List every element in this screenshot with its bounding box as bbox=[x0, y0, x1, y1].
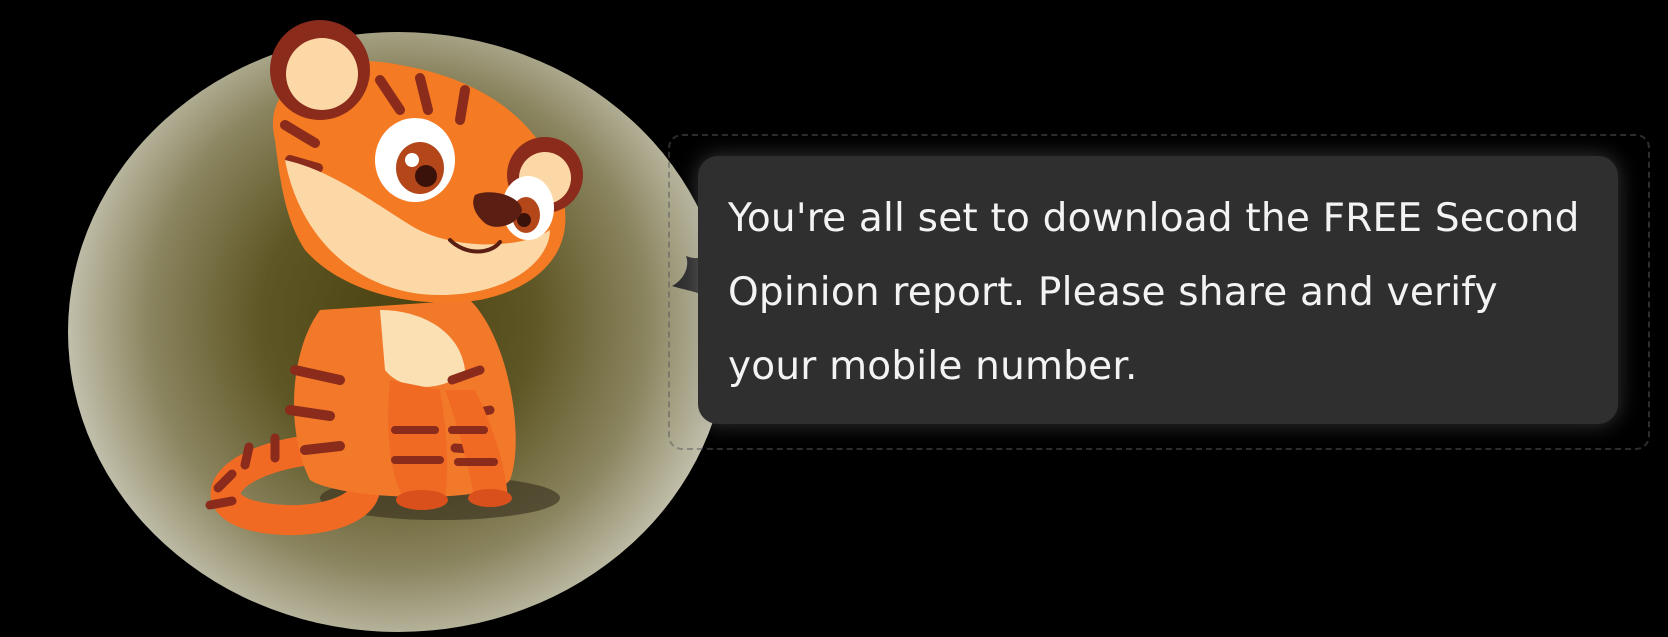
onboarding-message-panel: You're all set to download the FREE Seco… bbox=[0, 0, 1668, 637]
speech-bubble: You're all set to download the FREE Seco… bbox=[640, 130, 1650, 450]
tiger-cub-mascot-icon bbox=[205, 20, 583, 536]
onboarding-message-text: You're all set to download the FREE Seco… bbox=[728, 196, 1580, 389]
